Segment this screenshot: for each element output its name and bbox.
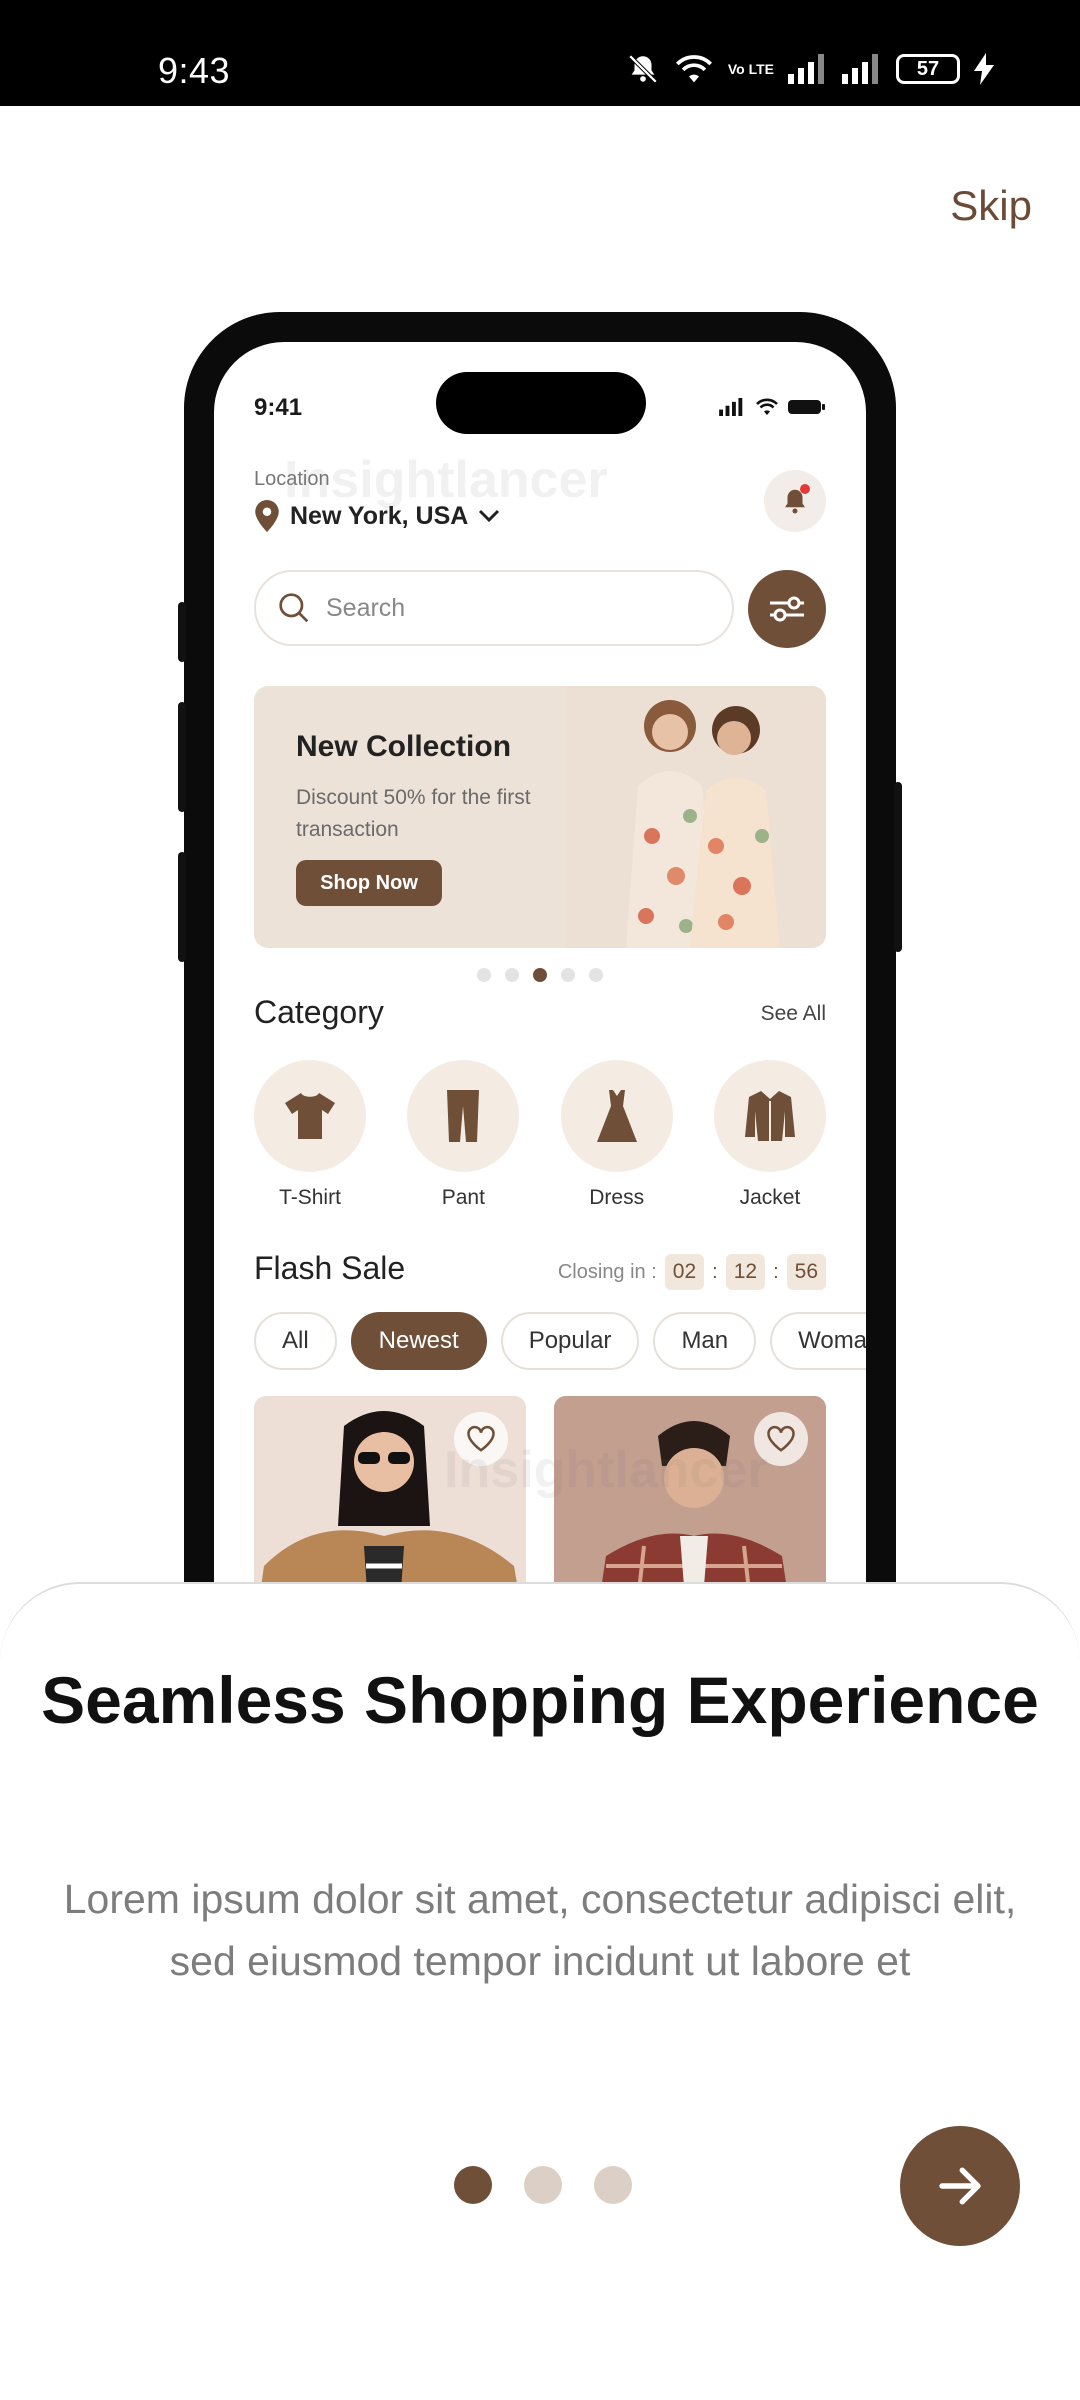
onboarding-description: Lorem ipsum dolor sit amet, consectetur …: [63, 1876, 1017, 1984]
search-placeholder: Search: [326, 593, 406, 622]
banner-dot-active: [533, 968, 547, 982]
product-card-2: [554, 1396, 826, 1612]
product-card-1: [254, 1396, 526, 1612]
phone-side-button: [178, 602, 186, 662]
category-jacket: Jacket: [713, 1060, 826, 1210]
onboarding-sheet: Seamless Shopping Experience Lorem ipsum…: [0, 1582, 1080, 2400]
notification-button: [764, 470, 826, 532]
banner-dot: [561, 968, 575, 982]
page-dot[interactable]: [594, 2166, 632, 2204]
arrow-right-icon: [939, 2167, 981, 2205]
location-label: Location: [254, 468, 330, 490]
banner-models-image: [566, 686, 826, 948]
dress-icon: [596, 1090, 637, 1142]
mockup-battery-icon: [788, 400, 825, 414]
category-tshirt: T-Shirt: [254, 1060, 366, 1210]
heart-icon: [767, 1425, 795, 1452]
onboarding-pagination: [454, 2166, 632, 2204]
mockup-wifi-icon: [756, 398, 778, 415]
see-all-link: See All: [760, 1002, 826, 1025]
banner-title: New Collection: [296, 730, 512, 763]
onboarding-title: Seamless Shopping Experience: [41, 1663, 1039, 1737]
chip-newest: Newest: [350, 1312, 487, 1370]
filter-icon: [770, 596, 804, 622]
dynamic-island: [436, 372, 646, 434]
category-label: Jacket: [739, 1186, 801, 1209]
category-label: T-Shirt: [279, 1186, 341, 1209]
system-status-bar: 9:43 Vo LTE 57: [0, 0, 1080, 106]
chip-man: Man: [653, 1312, 757, 1370]
phone-mockup: 9:41 Insightlancer Location New York, US…: [178, 312, 902, 1612]
closing-label: Closing in :: [557, 1260, 657, 1283]
category-dress: Dress: [560, 1060, 673, 1210]
page-dot[interactable]: [524, 2166, 562, 2204]
banner-dot: [505, 968, 519, 982]
pant-icon: [447, 1090, 480, 1142]
filter-chips: All Newest Popular Man Woman: [254, 1312, 866, 1370]
signal-icon-2: [842, 54, 878, 84]
next-button[interactable]: [900, 2126, 1020, 2246]
notification-dot: [800, 484, 810, 494]
promo-banner: New Collection Discount 50% for the firs…: [254, 686, 826, 948]
page-dot-active[interactable]: [454, 2166, 492, 2204]
location-selector: New York, USA: [254, 500, 500, 532]
mockup-status-icons: [718, 398, 826, 416]
jacket-icon: [744, 1091, 795, 1141]
chip-all: All: [254, 1312, 337, 1370]
chip-popular: Popular: [500, 1312, 640, 1370]
volte-icon: Vo LTE: [727, 61, 774, 77]
chip-woman: Woman: [770, 1312, 866, 1370]
category-pant: Pant: [407, 1060, 520, 1210]
status-icons: Vo LTE 57: [626, 52, 994, 86]
category-label: Pant: [441, 1186, 485, 1209]
filter-button: [748, 570, 826, 648]
search-icon: [279, 593, 309, 623]
timer-separator: :: [773, 1260, 779, 1283]
mockup-time: 9:41: [254, 394, 303, 421]
status-time: 9:43: [158, 50, 231, 91]
chevron-down-icon: [479, 509, 500, 523]
banner-dot: [589, 968, 603, 982]
timer-separator: :: [712, 1260, 718, 1283]
mockup-search-input: Search: [254, 570, 734, 646]
banner-dot: [477, 968, 491, 982]
phone-volume-down: [178, 852, 186, 962]
wifi-icon: [675, 55, 712, 83]
watermark-bottom: Insightlancer: [444, 1441, 768, 1499]
category-list: T-Shirt Pant Dress Jacket: [254, 1060, 826, 1210]
banner-pagination: [214, 968, 866, 982]
phone-power-button: [894, 782, 902, 952]
flash-sale-title: Flash Sale: [254, 1250, 406, 1286]
battery-icon: 57: [896, 54, 960, 84]
category-label: Dress: [589, 1186, 645, 1209]
location-pin-icon: [255, 500, 279, 532]
tshirt-icon: [285, 1093, 335, 1139]
signal-icon: [788, 54, 824, 84]
timer-seconds: 56: [786, 1254, 826, 1290]
location-value: New York, USA: [290, 501, 469, 530]
timer-minutes: 12: [725, 1254, 766, 1290]
timer-hours: 02: [664, 1254, 705, 1290]
category-title: Category: [254, 994, 384, 1030]
skip-button[interactable]: Skip: [950, 182, 1032, 230]
banner-subtitle: Discount 50% for the first transaction: [296, 786, 531, 841]
shop-now-button: Shop Now: [296, 860, 442, 906]
mockup-signal-icon: [719, 398, 743, 416]
bell-muted-icon: [628, 54, 658, 84]
phone-volume-up: [178, 702, 186, 812]
charging-icon: [974, 53, 994, 85]
flash-sale-timer: Closing in : 02 : 12 : 56: [558, 1254, 826, 1290]
phone-screen: 9:41 Insightlancer Location New York, US…: [214, 342, 866, 1612]
